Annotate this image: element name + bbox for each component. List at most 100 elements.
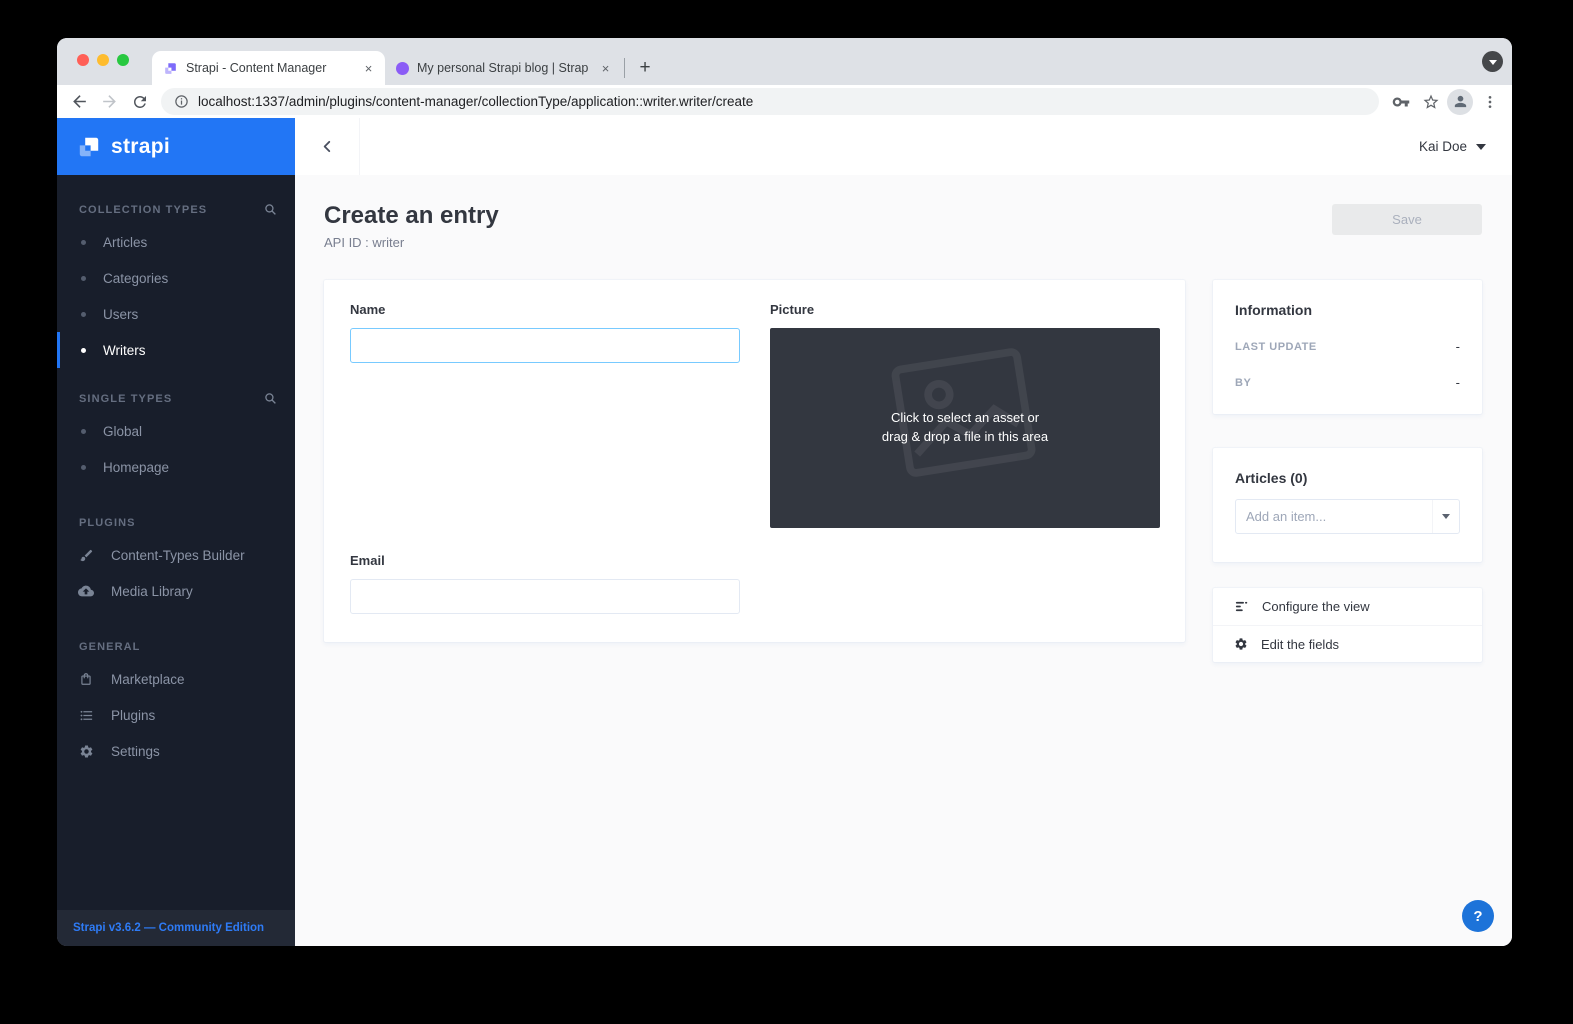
search-icon[interactable] [264, 203, 277, 216]
main-area: Kai Doe Create an entry API ID : writer … [295, 118, 1512, 946]
tab-title: Strapi - Content Manager [186, 61, 352, 75]
arrow-back-icon [70, 92, 89, 111]
tab-close-icon[interactable]: × [360, 60, 377, 77]
strapi-logo-icon [76, 134, 102, 160]
strapi-logo[interactable]: strapi [57, 118, 295, 175]
key-icon [1392, 93, 1410, 111]
chevron-down-icon [1442, 514, 1450, 519]
sidebar-item-label: Writers [103, 343, 146, 358]
edit-fields-link[interactable]: Edit the fields [1213, 625, 1482, 662]
sliders-icon [1234, 599, 1249, 614]
sidebar-nav: COLLECTION TYPES Articles Categories Use… [57, 175, 295, 910]
page-subtitle: API ID : writer [324, 235, 499, 250]
information-title: Information [1235, 302, 1460, 318]
star-icon [1422, 93, 1440, 111]
url-text[interactable]: localhost:1337/admin/plugins/content-man… [198, 94, 753, 109]
chevron-down-icon [1476, 144, 1486, 150]
email-input[interactable] [350, 579, 740, 614]
sidebar-item-label: Users [103, 307, 138, 322]
cloud-upload-icon [78, 583, 94, 599]
picture-dropzone[interactable]: Click to select an asset or drag & drop … [770, 328, 1160, 528]
sidebar-item-plugins[interactable]: Plugins [57, 697, 295, 733]
information-card: Information LAST UPDATE - BY - [1213, 280, 1482, 414]
person-icon [1452, 93, 1469, 110]
sidebar-item-users[interactable]: Users [57, 296, 295, 332]
name-input[interactable] [350, 328, 740, 363]
tab-search-button[interactable] [1482, 51, 1503, 72]
bullet-icon [81, 276, 86, 281]
sidebar-item-label: Categories [103, 271, 168, 286]
help-button[interactable]: ? [1462, 900, 1494, 932]
by-row: BY - [1235, 375, 1460, 390]
browser-menu-button[interactable] [1476, 88, 1503, 115]
strapi-favicon-icon [163, 61, 178, 76]
sidebar-item-settings[interactable]: Settings [57, 733, 295, 769]
bullet-icon [81, 240, 86, 245]
back-navigation-button[interactable] [295, 118, 360, 175]
search-icon[interactable] [264, 392, 277, 405]
sidebar-item-writers[interactable]: Writers [57, 332, 295, 368]
tab-title: My personal Strapi blog | Strap [417, 61, 589, 75]
strapi-version-link[interactable]: Strapi v3.6.2 — Community Edition [57, 910, 295, 946]
tab-strapi-content-manager[interactable]: Strapi - Content Manager × [152, 51, 385, 85]
shopping-bag-icon [78, 672, 94, 686]
bullet-icon [81, 465, 86, 470]
app-header: Kai Doe [295, 118, 1512, 175]
sidebar: strapi COLLECTION TYPES Articles Categor… [57, 118, 295, 946]
sidebar-item-articles[interactable]: Articles [57, 224, 295, 260]
browser-profile-button[interactable] [1447, 89, 1473, 115]
by-value: - [1456, 375, 1460, 390]
browser-toolbar: localhost:1337/admin/plugins/content-man… [57, 85, 1512, 118]
bookmark-button[interactable] [1417, 88, 1444, 115]
tab-strapi-blog[interactable]: My personal Strapi blog | Strap × [385, 51, 622, 85]
dropzone-text-line2: drag & drop a file in this area [882, 428, 1048, 447]
address-bar[interactable]: localhost:1337/admin/plugins/content-man… [161, 88, 1379, 115]
configure-view-link[interactable]: Configure the view [1213, 588, 1482, 625]
add-article-select[interactable] [1235, 499, 1460, 534]
picture-label: Picture [770, 302, 1160, 317]
password-manager-button[interactable] [1387, 88, 1414, 115]
new-tab-button[interactable]: + [632, 55, 658, 81]
articles-relation-card: Articles (0) [1213, 448, 1482, 562]
sidebar-item-global[interactable]: Global [57, 413, 295, 449]
chevron-down-icon [1489, 60, 1497, 65]
tab-close-icon[interactable]: × [597, 60, 614, 77]
logo-text: strapi [111, 135, 170, 159]
bullet-icon [81, 429, 86, 434]
sidebar-item-marketplace[interactable]: Marketplace [57, 661, 295, 697]
save-button[interactable]: Save [1332, 204, 1482, 235]
reload-button[interactable] [126, 88, 153, 115]
select-arrow-button[interactable] [1432, 500, 1459, 533]
sidebar-item-categories[interactable]: Categories [57, 260, 295, 296]
close-window-button[interactable] [77, 54, 89, 66]
page-info-icon[interactable] [174, 94, 189, 109]
browser-window: Strapi - Content Manager × My personal S… [57, 38, 1512, 946]
reload-icon [131, 93, 149, 111]
list-icon [78, 708, 94, 723]
page-title: Create an entry [324, 202, 499, 230]
sidebar-item-content-types-builder[interactable]: Content-Types Builder [57, 537, 295, 573]
dropzone-text-line1: Click to select an asset or [882, 409, 1048, 428]
traffic-lights [77, 54, 129, 66]
sidebar-item-label: Homepage [103, 460, 169, 475]
section-label-plugins: PLUGINS [79, 517, 136, 529]
section-label-general: GENERAL [79, 641, 140, 653]
right-panel: Information LAST UPDATE - BY - Arti [1213, 280, 1482, 662]
sidebar-item-label: Marketplace [111, 672, 185, 687]
user-menu[interactable]: Kai Doe [1419, 139, 1512, 154]
picture-field-group: Picture [770, 302, 1160, 528]
forward-button[interactable] [96, 88, 123, 115]
sidebar-item-media-library[interactable]: Media Library [57, 573, 295, 609]
email-label: Email [350, 553, 740, 568]
sidebar-item-homepage[interactable]: Homepage [57, 449, 295, 485]
by-label: BY [1235, 377, 1251, 389]
sidebar-item-label: Settings [111, 744, 160, 759]
entry-form-card: Name Picture [324, 280, 1185, 642]
back-button[interactable] [66, 88, 93, 115]
last-update-label: LAST UPDATE [1235, 341, 1317, 353]
chevron-left-icon [319, 138, 336, 155]
add-article-input[interactable] [1236, 500, 1432, 533]
last-update-value: - [1456, 339, 1460, 354]
minimize-window-button[interactable] [97, 54, 109, 66]
zoom-window-button[interactable] [117, 54, 129, 66]
